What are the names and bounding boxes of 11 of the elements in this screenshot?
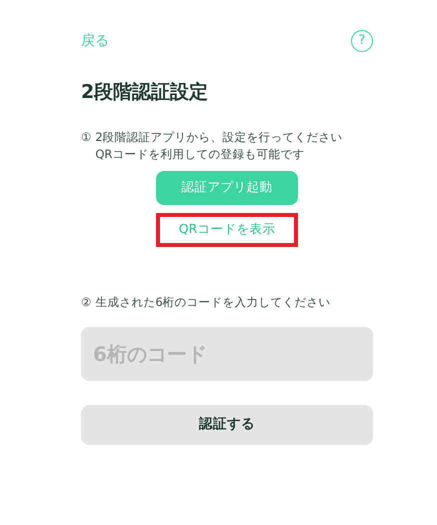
page-title: 2段階認証設定 bbox=[81, 80, 210, 105]
help-icon[interactable]: ? bbox=[351, 30, 373, 52]
step-number: ① bbox=[81, 128, 92, 146]
instruction-text: 生成された6桁のコードを入力してください bbox=[95, 294, 331, 310]
verify-button[interactable]: 認証する bbox=[81, 404, 373, 444]
launch-app-button[interactable]: 認証アプリ起動 bbox=[156, 170, 298, 204]
instruction-text: 2段階認証アプリから、設定を行ってください bbox=[95, 128, 343, 146]
show-qr-button[interactable]: QRコードを表示 bbox=[156, 212, 298, 246]
back-link[interactable]: 戻る bbox=[81, 30, 109, 52]
step-number: ② bbox=[81, 294, 92, 310]
instruction-text: QRコードを利用しての登録も可能です bbox=[95, 146, 306, 162]
